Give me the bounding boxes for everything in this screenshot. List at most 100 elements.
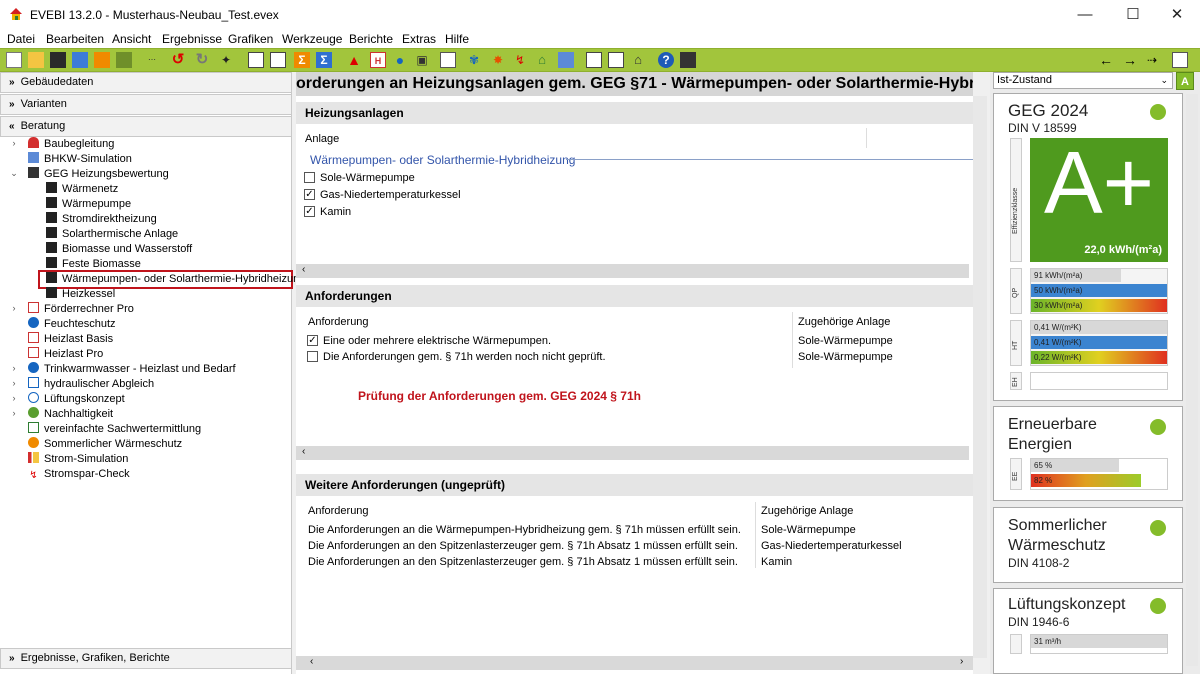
right-vertical-scrollbar[interactable] <box>1186 94 1198 666</box>
table-icon[interactable] <box>270 52 286 68</box>
tree-item-geg-heizungsbewertung[interactable]: GEG Heizungsbewertung <box>28 167 169 182</box>
redo-icon[interactable]: ↻ <box>194 52 210 68</box>
scroll-right-icon[interactable]: › <box>960 656 963 667</box>
variant-dropdown[interactable]: Ist-Zustand ⌄ <box>993 72 1173 89</box>
tree-expander[interactable]: › <box>9 138 19 148</box>
tree-item-strom-simulation[interactable]: Strom-Simulation <box>28 452 128 467</box>
sum-orange-icon[interactable]: Σ <box>294 52 310 68</box>
tree-item-nachhaltigkeit[interactable]: Nachhaltigkeit <box>28 407 113 422</box>
tree-item-foerderrechner[interactable]: Förderrechner Pro <box>28 302 134 317</box>
menu-werkzeuge[interactable]: Werkzeuge <box>282 32 342 46</box>
card-lueftungskonzept[interactable]: Lüftungskonzept DIN 1946-6 31 m³/h <box>993 588 1183 674</box>
tree-item-heizlast-basis[interactable]: Heizlast Basis <box>28 332 113 347</box>
horizontal-scrollbar[interactable] <box>296 446 969 460</box>
help-icon[interactable]: ? <box>658 52 674 68</box>
report-list-icon[interactable] <box>608 52 624 68</box>
tree-item-hybridheizung[interactable]: Wärmepumpen- oder Solarthermie-Hybridhei… <box>46 272 305 287</box>
tree-expander[interactable]: › <box>9 363 19 373</box>
menu-datei[interactable]: Datei <box>7 32 35 46</box>
tree-item-stromdirektheizung[interactable]: Stromdirektheizung <box>46 212 157 227</box>
calculator-icon[interactable] <box>680 52 696 68</box>
checkbox-kamin[interactable]: ✓ <box>304 206 315 217</box>
heater-icon <box>46 227 57 238</box>
card-erneuerbare-energien[interactable]: Erneuerbare Energien EE 65 % 82 % <box>993 406 1183 501</box>
tree-item-waermepumpe[interactable]: Wärmepumpe <box>46 197 131 212</box>
tree-item-feuchteschutz[interactable]: Feuchteschutz <box>28 317 116 332</box>
report-icon[interactable] <box>586 52 602 68</box>
chart-icon[interactable] <box>1172 52 1188 68</box>
tree-item-solarthermische-anlage[interactable]: Solarthermische Anlage <box>46 227 178 242</box>
card-sommerlicher-waermeschutz[interactable]: Sommerlicher Wärmeschutz DIN 4108-2 <box>993 507 1183 583</box>
card-geg[interactable]: GEG 2024 DIN V 18599 Effizienzklasse A+ … <box>993 93 1183 401</box>
horizontal-scrollbar[interactable] <box>296 656 973 670</box>
sun-icon[interactable]: ✸ <box>490 52 506 68</box>
scroll-left-icon[interactable]: ‹ <box>302 264 305 275</box>
menu-ergebnisse[interactable]: Ergebnisse <box>162 32 222 46</box>
tree-expander[interactable]: › <box>9 303 19 313</box>
tree-expander[interactable]: › <box>9 378 19 388</box>
menu-dots-icon[interactable]: ⋯ <box>144 52 160 68</box>
save-icon[interactable] <box>50 52 66 68</box>
open-folder-icon[interactable] <box>28 52 44 68</box>
bhkw-icon[interactable] <box>558 52 574 68</box>
construction-icon[interactable]: ▲ <box>346 52 362 68</box>
sum-blue-icon[interactable]: Σ <box>316 52 332 68</box>
new-file-icon[interactable] <box>6 52 22 68</box>
heat-load-icon[interactable]: H <box>370 52 386 68</box>
checkbox-anforderung-2[interactable] <box>307 351 318 362</box>
eco-house-icon[interactable]: ⌂ <box>534 52 550 68</box>
section-beratung[interactable]: « Beratung <box>0 116 292 137</box>
tree-expander[interactable]: › <box>9 393 19 403</box>
checkbox-anforderung-1[interactable]: ✓ <box>307 335 318 346</box>
tree-expander[interactable]: › <box>9 408 19 418</box>
copy-icon[interactable] <box>72 52 88 68</box>
tree-item-lueftungskonzept[interactable]: Lüftungskonzept <box>28 392 125 407</box>
tree-item-trinkwarmwasser[interactable]: Trinkwarmwasser - Heizlast und Bedarf <box>28 362 236 377</box>
horizontal-scrollbar[interactable] <box>296 264 969 278</box>
menu-ansicht[interactable]: Ansicht <box>112 32 151 46</box>
radiator-icon[interactable] <box>440 52 456 68</box>
scroll-left-icon[interactable]: ‹ <box>310 656 313 667</box>
tree-item-heizkessel[interactable]: Heizkessel <box>46 287 115 302</box>
tree-item-waermenetz[interactable]: Wärmenetz <box>46 182 118 197</box>
export-icon[interactable] <box>94 52 110 68</box>
lightning-icon[interactable]: ↯ <box>512 52 528 68</box>
checkbox-sole-waermepumpe[interactable] <box>304 172 315 183</box>
vertical-scrollbar[interactable] <box>973 96 987 658</box>
house-check-icon[interactable]: ⌂ <box>630 52 646 68</box>
menu-hilfe[interactable]: Hilfe <box>445 32 469 46</box>
tree-collapse[interactable]: ⌄ <box>9 168 19 179</box>
forward-arrow-icon[interactable]: → <box>1122 52 1138 68</box>
tree-item-biomasse-wasserstoff[interactable]: Biomasse und Wasserstoff <box>46 242 192 257</box>
menu-bearbeiten[interactable]: Bearbeiten <box>46 32 104 46</box>
section-varianten[interactable]: » Varianten <box>0 94 292 115</box>
water-drop-icon[interactable]: ● <box>392 52 408 68</box>
document-icon[interactable] <box>248 52 264 68</box>
scroll-left-icon[interactable]: ‹ <box>302 446 305 457</box>
puzzle-icon[interactable]: ▣ <box>414 52 430 68</box>
energy-class-button[interactable]: A <box>1176 72 1194 90</box>
tree-item-bhkw[interactable]: BHKW-Simulation <box>28 152 132 167</box>
goto-icon[interactable]: ⇢ <box>1144 52 1160 68</box>
tree-item-sachwertermittlung[interactable]: vereinfachte Sachwertermittlung <box>28 422 201 437</box>
wand-icon[interactable]: ✦ <box>218 52 234 68</box>
close-button[interactable]: ✕ <box>1154 0 1200 29</box>
maximize-button[interactable]: ☐ <box>1110 0 1156 29</box>
tree-item-stromspar-check[interactable]: ↯ Stromspar-Check <box>28 467 129 482</box>
checkbox-gas-kessel[interactable]: ✓ <box>304 189 315 200</box>
tree-item-heizlast-pro[interactable]: Heizlast Pro <box>28 347 103 362</box>
section-ergebnisse[interactable]: » Ergebnisse, Grafiken, Berichte <box>0 648 292 669</box>
pruefung-link[interactable]: Prüfung der Anforderungen gem. GEG 2024 … <box>358 389 641 403</box>
ventilation-icon[interactable]: ✾ <box>466 52 482 68</box>
tree-item-hydraulischer-abgleich[interactable]: hydraulischer Abgleich <box>28 377 154 392</box>
section-gebaeudedaten[interactable]: » Gebäudedaten <box>0 72 292 93</box>
menu-grafiken[interactable]: Grafiken <box>228 32 273 46</box>
project-icon[interactable] <box>116 52 132 68</box>
tree-item-sommerlicher-waermeschutz[interactable]: Sommerlicher Wärmeschutz <box>28 437 182 452</box>
menu-extras[interactable]: Extras <box>402 32 436 46</box>
back-arrow-icon[interactable]: ← <box>1098 52 1114 68</box>
minimize-button[interactable]: — <box>1062 0 1108 29</box>
tree-item-baubegleitung[interactable]: Baubegleitung <box>28 137 114 152</box>
menu-berichte[interactable]: Berichte <box>349 32 393 46</box>
undo-icon[interactable]: ↺ <box>170 52 186 68</box>
